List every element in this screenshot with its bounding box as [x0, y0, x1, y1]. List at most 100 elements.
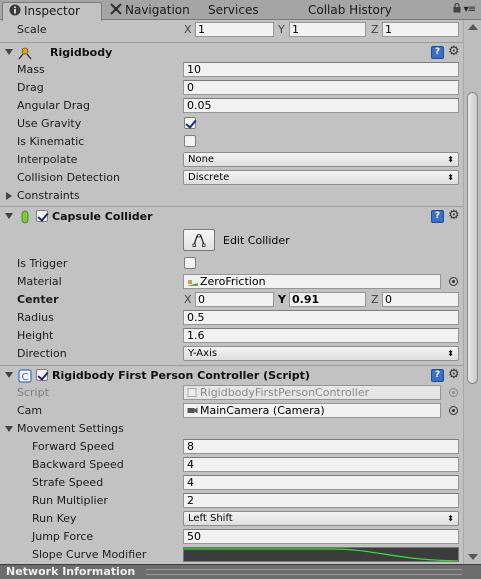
center-x-field[interactable]: 0 [195, 292, 274, 307]
forward-speed-row: Forward Speed 8 [0, 438, 463, 456]
capsule-collider-icon [21, 210, 29, 224]
forward-speed-label: Forward Speed [32, 440, 115, 453]
run-multiplier-row: Run Multiplier 2 [0, 492, 463, 510]
collision-detection-dropdown[interactable]: Discrete ⬍ [183, 170, 459, 185]
fps-controller-title: Rigidbody First Person Controller (Scrip… [52, 369, 310, 382]
run-multiplier-field[interactable]: 2 [183, 493, 459, 508]
vertical-scrollbar[interactable] [463, 20, 481, 564]
forward-speed-field[interactable]: 8 [183, 439, 459, 454]
backward-speed-label: Backward Speed [32, 458, 124, 471]
navigation-icon [110, 3, 122, 15]
is-kinematic-checkbox[interactable] [184, 135, 196, 147]
scrollbar-thumb[interactable] [467, 92, 478, 384]
is-trigger-checkbox[interactable] [184, 257, 196, 269]
inspector-content: Scale X 1 Y 1 Z 1 Rigidbody ? ⚙ Mass 10 … [0, 20, 463, 564]
foldout-arrow-icon[interactable] [5, 426, 13, 432]
capsule-collider-header[interactable]: Capsule Collider ? ⚙ [0, 206, 463, 226]
center-z-label: Z [371, 293, 379, 306]
scale-x-field[interactable]: 1 [195, 22, 274, 37]
run-key-label: Run Key [32, 512, 77, 525]
mass-label: Mass [17, 63, 45, 76]
run-key-value: Left Shift [188, 513, 233, 524]
gear-icon[interactable]: ⚙ [448, 45, 460, 59]
movement-settings-row[interactable]: Movement Settings [0, 420, 463, 438]
foldout-arrow-icon[interactable] [5, 49, 13, 55]
jump-force-field[interactable]: 50 [183, 529, 459, 544]
run-key-row: Run Key Left Shift ⬍ [0, 510, 463, 528]
rigidbody-header[interactable]: Rigidbody ? ⚙ [0, 42, 463, 62]
foldout-arrow-icon[interactable] [5, 372, 13, 378]
scale-x-label: X [184, 23, 192, 36]
angular-drag-field[interactable]: 0.05 [183, 98, 459, 113]
drag-field[interactable]: 0 [183, 80, 459, 95]
gear-icon[interactable]: ⚙ [448, 368, 460, 382]
tab-services[interactable]: Services [202, 2, 292, 20]
scale-y-field[interactable]: 1 [289, 22, 366, 37]
tab-menu-icon[interactable]: ▾≡ [464, 4, 476, 15]
cam-row: Cam MainCamera (Camera) [0, 402, 463, 420]
camera-icon [187, 407, 198, 414]
scroll-down-arrow-icon[interactable] [468, 554, 478, 560]
dropdown-arrow-icon: ⬍ [447, 155, 454, 164]
is-kinematic-label: Is Kinematic [17, 135, 85, 148]
center-label: Center [17, 293, 59, 306]
tab-label: Inspector [24, 4, 80, 18]
interpolate-dropdown[interactable]: None ⬍ [183, 152, 459, 167]
is-trigger-row: Is Trigger [0, 255, 463, 273]
gear-icon[interactable]: ⚙ [448, 209, 460, 223]
material-field[interactable]: ZeroFriction [183, 274, 441, 289]
slope-curve-row: Slope Curve Modifier [0, 546, 463, 564]
scale-label: Scale [17, 23, 47, 36]
interpolate-value: None [188, 154, 215, 165]
backward-speed-field[interactable]: 4 [183, 457, 459, 472]
center-y-label: Y [278, 293, 286, 306]
tab-collab-history[interactable]: Collab History [302, 2, 402, 20]
cam-field[interactable]: MainCamera (Camera) [183, 403, 441, 418]
direction-dropdown[interactable]: Y-Axis ⬍ [183, 346, 459, 361]
use-gravity-row: Use Gravity [0, 115, 463, 133]
tab-inspector[interactable]: Inspector [2, 2, 102, 21]
capsule-collider-title: Capsule Collider [52, 210, 153, 223]
object-picker-icon[interactable] [449, 406, 458, 415]
help-icon[interactable]: ? [431, 46, 444, 59]
center-y-field[interactable]: 0.91 [289, 292, 366, 307]
run-multiplier-label: Run Multiplier [32, 494, 108, 507]
material-row: Material ZeroFriction [0, 273, 463, 291]
help-icon[interactable]: ? [431, 369, 444, 382]
fps-controller-header[interactable]: C Rigidbody First Person Controller (Scr… [0, 365, 463, 385]
capsule-collider-enabled-checkbox[interactable] [36, 210, 48, 222]
strafe-speed-field[interactable]: 4 [183, 475, 459, 490]
edit-collider-label: Edit Collider [223, 234, 290, 247]
object-picker-icon[interactable] [449, 277, 458, 286]
interpolate-label: Interpolate [17, 153, 78, 166]
foldout-arrow-icon[interactable] [5, 213, 13, 219]
lock-icon[interactable] [453, 3, 461, 13]
tab-navigation[interactable]: Navigation [104, 2, 196, 20]
fps-controller-enabled-checkbox[interactable] [36, 369, 48, 381]
drag-row: Drag 0 [0, 79, 463, 97]
slope-curve-label: Slope Curve Modifier [32, 548, 147, 561]
scroll-up-arrow-icon[interactable] [468, 24, 478, 30]
center-z-field[interactable]: 0 [382, 292, 459, 307]
constraints-row[interactable]: Constraints [0, 187, 463, 205]
script-icon: C [18, 369, 32, 383]
edit-collider-button[interactable] [183, 229, 215, 251]
rigidbody-icon [18, 47, 32, 60]
use-gravity-checkbox[interactable] [184, 117, 196, 129]
script-field: RigidbodyFirstPersonController [183, 385, 441, 400]
backward-speed-row: Backward Speed 4 [0, 456, 463, 474]
scale-z-field[interactable]: 1 [382, 22, 459, 37]
radius-field[interactable]: 0.5 [183, 310, 459, 325]
resize-grip[interactable] [146, 569, 462, 575]
network-information-bar[interactable]: Network Information [0, 564, 481, 579]
mass-row: Mass 10 [0, 61, 463, 79]
mass-field[interactable]: 10 [183, 62, 459, 77]
help-icon[interactable]: ? [431, 210, 444, 223]
slope-curve-field[interactable] [183, 547, 459, 562]
tab-label: Collab History [308, 3, 392, 17]
height-field[interactable]: 1.6 [183, 328, 459, 343]
foldout-arrow-icon[interactable] [6, 192, 12, 200]
slope-curve-line [184, 548, 458, 561]
run-key-dropdown[interactable]: Left Shift ⬍ [183, 511, 459, 526]
physic-material-icon [187, 280, 198, 286]
